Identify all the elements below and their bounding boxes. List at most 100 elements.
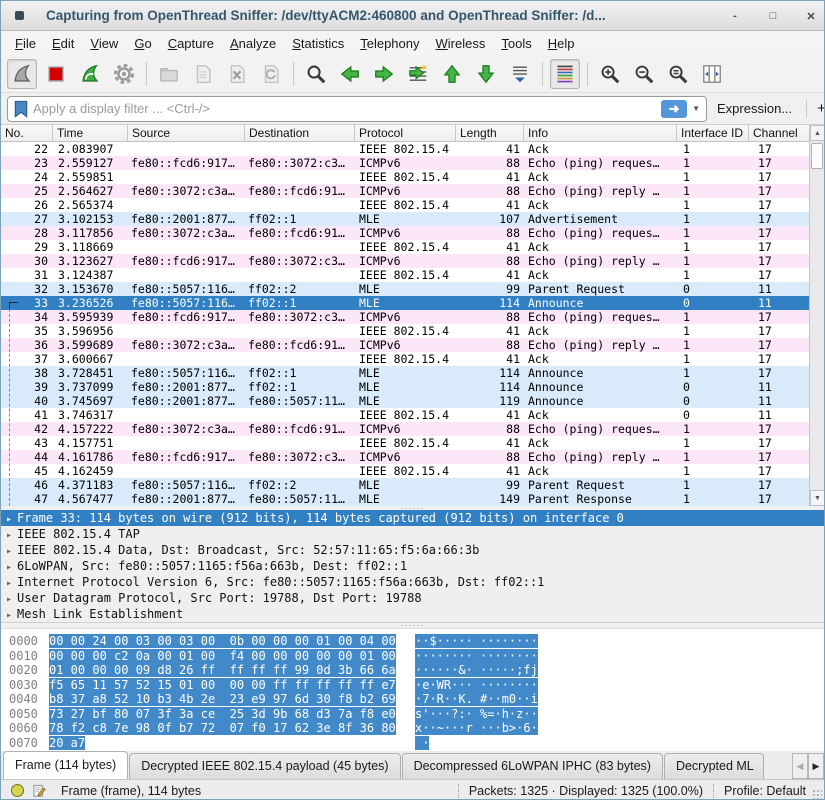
- cell-time[interactable]: 3.595939: [53, 310, 128, 324]
- cell-info[interactable]: Announce: [524, 380, 677, 394]
- cell-no[interactable]: 31: [1, 268, 53, 282]
- cell-time[interactable]: 3.596956: [53, 324, 128, 338]
- scrollbar-thumb[interactable]: [811, 143, 823, 169]
- menu-go[interactable]: Go: [126, 33, 159, 54]
- expression-button[interactable]: Expression...: [717, 101, 792, 116]
- cell-proto[interactable]: IEEE 802.15.4: [355, 436, 456, 450]
- cell-time[interactable]: 3.118669: [53, 240, 128, 254]
- cell-proto[interactable]: ICMPv6: [355, 422, 456, 436]
- cell-chan[interactable]: 17: [749, 156, 811, 170]
- scroll-up-icon[interactable]: ▲: [810, 125, 825, 141]
- hex-bytes[interactable]: 73 27 bf 80 07 3f 3a ce 25 3d 9b 68 d3 7…: [49, 707, 396, 721]
- cell-iface[interactable]: 1: [677, 338, 749, 352]
- cell-iface[interactable]: 0: [677, 408, 749, 422]
- cell-info[interactable]: Echo (ping) reply …: [524, 338, 677, 352]
- cell-info[interactable]: Advertisement: [524, 212, 677, 226]
- cell-iface[interactable]: 0: [677, 380, 749, 394]
- hex-ascii[interactable]: ······&· ·····;fj: [415, 663, 538, 677]
- cell-dst[interactable]: ff02::2: [245, 282, 355, 296]
- hex-line-0000[interactable]: 000000 00 24 00 03 00 03 00 0b 00 00 00 …: [9, 634, 824, 649]
- cell-src[interactable]: [128, 170, 245, 184]
- packet-row-38[interactable]: 383.728451fe80::5057:116…ff02::1MLE114An…: [1, 366, 811, 380]
- cell-iface[interactable]: 1: [677, 226, 749, 240]
- cell-chan[interactable]: 11: [749, 394, 811, 408]
- packet-row-34[interactable]: 343.595939fe80::fcd6:917…fe80::3072:c3…I…: [1, 310, 811, 324]
- cell-chan[interactable]: 17: [749, 240, 811, 254]
- cell-iface[interactable]: 0: [677, 282, 749, 296]
- cell-dst[interactable]: [245, 408, 355, 422]
- cell-info[interactable]: Ack: [524, 170, 677, 184]
- cell-dst[interactable]: fe80::fcd6:91…: [245, 338, 355, 352]
- cell-time[interactable]: 4.161786: [53, 450, 128, 464]
- cell-len[interactable]: 41: [456, 464, 524, 478]
- column-header-protocol[interactable]: Protocol: [355, 125, 456, 141]
- cell-len[interactable]: 114: [456, 296, 524, 310]
- cell-iface[interactable]: 1: [677, 170, 749, 184]
- cell-info[interactable]: Announce: [524, 394, 677, 408]
- packet-row-40[interactable]: 403.745697fe80::2001:877…fe80::5057:11…M…: [1, 394, 811, 408]
- cell-len[interactable]: 88: [456, 338, 524, 352]
- cell-chan[interactable]: 17: [749, 324, 811, 338]
- byte-view-tab-0[interactable]: Frame (114 bytes): [3, 751, 128, 779]
- cell-chan[interactable]: 17: [749, 268, 811, 282]
- hex-line-0060[interactable]: 006078 f2 c8 7e 98 0f b7 72 07 f0 17 62 …: [9, 721, 824, 736]
- cell-chan[interactable]: 17: [749, 170, 811, 184]
- cell-len[interactable]: 41: [456, 142, 524, 156]
- cell-info[interactable]: Echo (ping) reply …: [524, 254, 677, 268]
- cell-chan[interactable]: 17: [749, 436, 811, 450]
- go-back-button[interactable]: [335, 59, 365, 89]
- menu-wireless[interactable]: Wireless: [428, 33, 494, 54]
- hex-bytes[interactable]: 01 00 00 00 09 d8 26 ff ff ff ff 99 0d 3…: [49, 663, 396, 677]
- cell-chan[interactable]: 17: [749, 450, 811, 464]
- hex-bytes[interactable]: 20 a7: [49, 736, 85, 750]
- close-file-button[interactable]: [222, 59, 252, 89]
- cell-chan[interactable]: 17: [749, 212, 811, 226]
- cell-time[interactable]: 2.565374: [53, 198, 128, 212]
- column-header-destination[interactable]: Destination: [245, 125, 355, 141]
- cell-src[interactable]: [128, 240, 245, 254]
- packet-row-39[interactable]: 393.737099fe80::2001:877…ff02::1MLE114An…: [1, 380, 811, 394]
- hex-line-0030[interactable]: 0030f5 65 11 57 52 15 01 00 00 00 ff ff …: [9, 678, 824, 693]
- cell-dst[interactable]: [245, 240, 355, 254]
- cell-time[interactable]: 3.117856: [53, 226, 128, 240]
- cell-proto[interactable]: ICMPv6: [355, 156, 456, 170]
- cell-no[interactable]: 30: [1, 254, 53, 268]
- cell-len[interactable]: 41: [456, 324, 524, 338]
- cell-info[interactable]: Echo (ping) reply …: [524, 450, 677, 464]
- cell-len[interactable]: 41: [456, 170, 524, 184]
- cell-len[interactable]: 99: [456, 478, 524, 492]
- cell-time[interactable]: 2.559127: [53, 156, 128, 170]
- cell-len[interactable]: 114: [456, 366, 524, 380]
- column-header-info[interactable]: Info: [524, 125, 677, 141]
- cell-src[interactable]: fe80::2001:877…: [128, 212, 245, 226]
- column-header-length[interactable]: Length: [456, 125, 524, 141]
- go-first-button[interactable]: [437, 59, 467, 89]
- cell-proto[interactable]: MLE: [355, 212, 456, 226]
- cell-iface[interactable]: 1: [677, 492, 749, 506]
- cell-dst[interactable]: fe80::fcd6:91…: [245, 226, 355, 240]
- cell-iface[interactable]: 1: [677, 366, 749, 380]
- cell-len[interactable]: 107: [456, 212, 524, 226]
- cell-iface[interactable]: 1: [677, 268, 749, 282]
- cell-time[interactable]: 4.157751: [53, 436, 128, 450]
- menu-capture[interactable]: Capture: [160, 33, 222, 54]
- cell-proto[interactable]: IEEE 802.15.4: [355, 198, 456, 212]
- menu-view[interactable]: View: [82, 33, 126, 54]
- packet-row-22[interactable]: 222.083907IEEE 802.15.441Ack117: [1, 142, 811, 156]
- cell-proto[interactable]: ICMPv6: [355, 450, 456, 464]
- cell-info[interactable]: Ack: [524, 436, 677, 450]
- cell-proto[interactable]: ICMPv6: [355, 338, 456, 352]
- cell-chan[interactable]: 17: [749, 254, 811, 268]
- cell-proto[interactable]: IEEE 802.15.4: [355, 240, 456, 254]
- hex-line-0050[interactable]: 005073 27 bf 80 07 3f 3a ce 25 3d 9b 68 …: [9, 707, 824, 722]
- cell-info[interactable]: Echo (ping) reply …: [524, 184, 677, 198]
- cell-dst[interactable]: ff02::1: [245, 212, 355, 226]
- cell-dst[interactable]: ff02::1: [245, 366, 355, 380]
- cell-time[interactable]: 3.153670: [53, 282, 128, 296]
- cell-no[interactable]: 29: [1, 240, 53, 254]
- cell-src[interactable]: fe80::3072:c3a…: [128, 422, 245, 436]
- restart-capture-button[interactable]: [75, 59, 105, 89]
- cell-chan[interactable]: 11: [749, 282, 811, 296]
- cell-len[interactable]: 88: [456, 450, 524, 464]
- cell-iface[interactable]: 1: [677, 198, 749, 212]
